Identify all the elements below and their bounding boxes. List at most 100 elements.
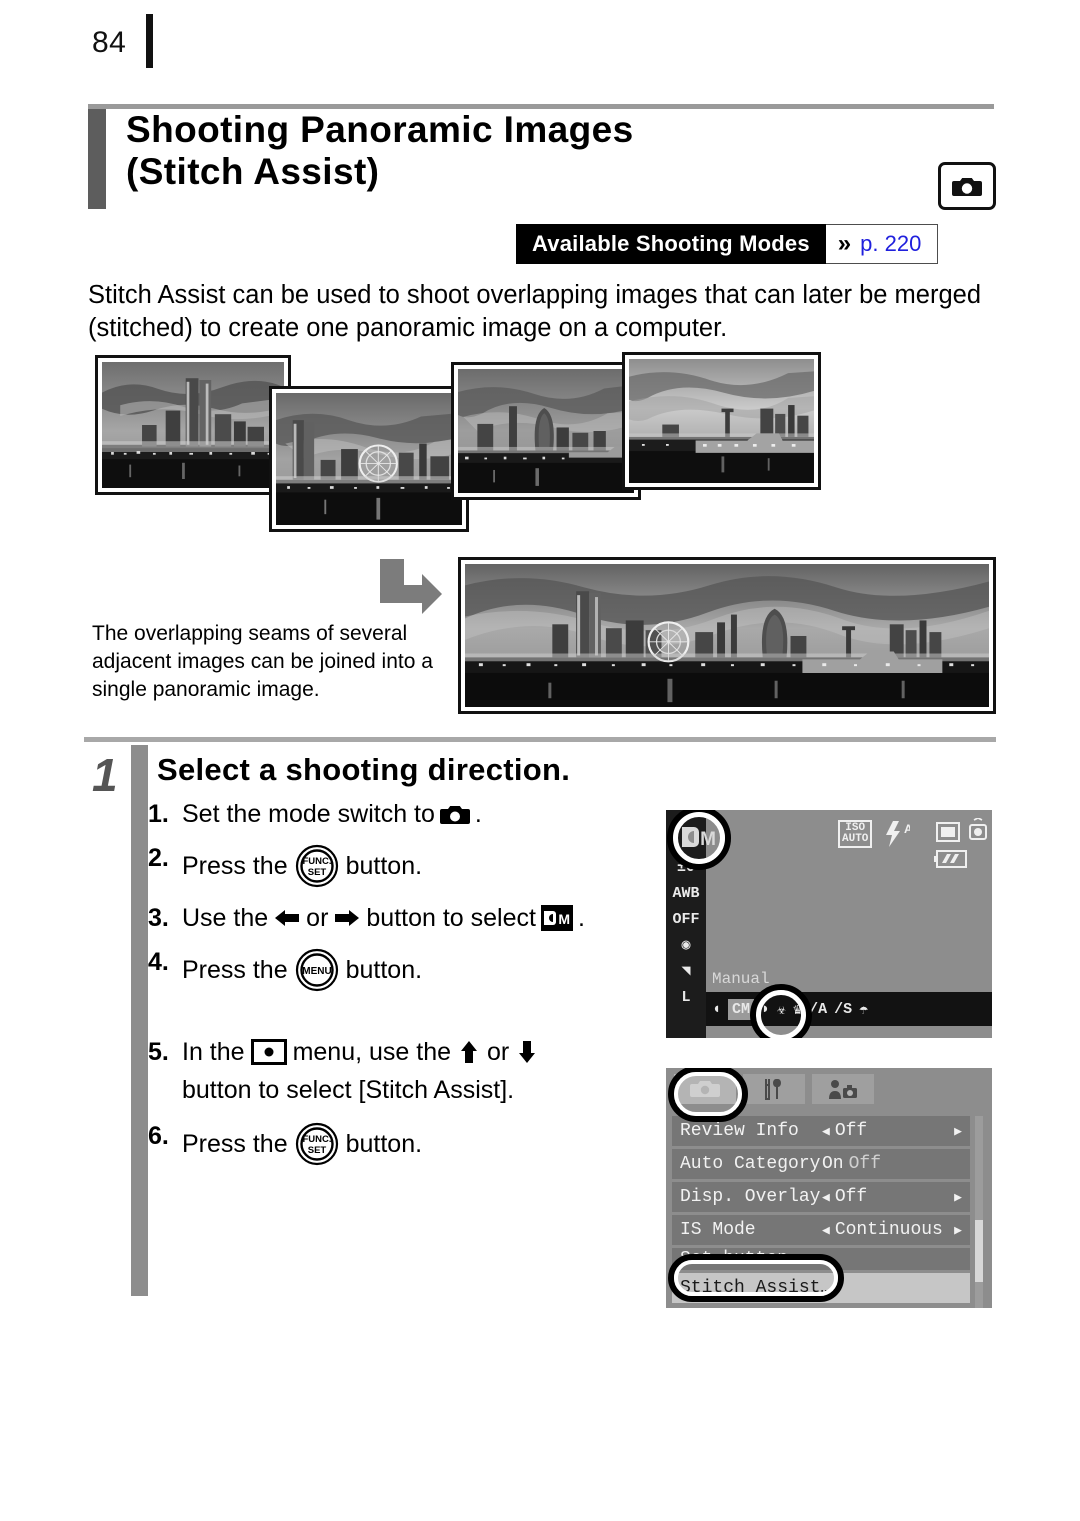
menu-row-auto-category[interactable]: Auto Category On Off — [672, 1149, 970, 1179]
cityscape-photo-4 — [629, 359, 814, 483]
menu-row-disp-overlay[interactable]: Disp. Overlay ◀ Off ▶ — [672, 1182, 970, 1212]
rec-menu-icon — [250, 1039, 287, 1065]
left-caret-icon[interactable]: ◀ — [822, 1124, 830, 1139]
instruction-text: Press the — [182, 956, 288, 984]
stitch-assist-mode-icon: M — [540, 905, 573, 931]
camera-icon — [952, 175, 982, 198]
mode-icon-scene[interactable]: ☂ — [859, 1000, 868, 1019]
right-arrow-icon — [334, 907, 360, 929]
right-caret-icon[interactable]: ▶ — [954, 1190, 962, 1205]
title-accent-bar — [88, 109, 106, 209]
instruction-text: Set the mode switch to — [182, 800, 435, 828]
rec-tab-highlight-inner — [674, 1072, 742, 1116]
menu-label: Disp. Overlay — [680, 1187, 821, 1207]
camera-mode-badge — [938, 162, 996, 210]
menu-button-icon: MENU — [295, 948, 339, 992]
compression-icon: ◥ — [681, 963, 691, 980]
montage-photo — [451, 362, 641, 500]
menu-row-is-mode[interactable]: IS Mode ◀ Continuous ▶ — [672, 1215, 970, 1245]
instruction-text-mid: menu, use the — [292, 1038, 451, 1066]
svg-text:SET: SET — [307, 867, 326, 878]
page-title: Shooting Panoramic Images (Stitch Assist… — [126, 109, 826, 193]
intro-paragraph: Stitch Assist can be used to shoot overl… — [88, 281, 982, 343]
right-caret-icon[interactable]: ▶ — [954, 1124, 962, 1139]
cm-mode-icon: M — [680, 820, 718, 854]
func-set-button-icon: FUNC. SET — [295, 844, 339, 888]
menu-label: Auto Category — [680, 1154, 821, 1174]
left-caret-icon[interactable]: ◀ — [822, 1190, 830, 1205]
flash-off-icon: OFF — [672, 911, 700, 928]
instruction-item: 6. Press the FUNC. SET button. — [148, 1122, 668, 1166]
instruction-text-end: button. — [345, 1130, 423, 1158]
instruction-text-end: button. — [345, 852, 423, 880]
instruction-number: 6. — [148, 1122, 169, 1150]
instruction-item: 2. Press the FUNC. SET button. — [148, 844, 668, 888]
panorama-photo — [458, 557, 996, 714]
svg-text:M: M — [558, 911, 569, 927]
page-number: 84 — [92, 26, 127, 59]
instruction-text-mid2: button to select — [366, 904, 536, 932]
mode-icon-left[interactable]: ◖ — [712, 1001, 721, 1018]
panorama-cityscape — [465, 564, 989, 707]
cityscape-photo-1 — [102, 362, 284, 488]
lcd-func-screen: ±0 AWB OFF ◉ ◥ L ISO AUTO A Manual ◖ CM ◗… — [666, 810, 992, 1038]
svg-text:SET: SET — [307, 1145, 326, 1156]
step-gutter-bar — [131, 745, 148, 1296]
instruction-text-end: button. — [345, 956, 423, 984]
panorama-caption: The overlapping seams of several adjacen… — [92, 622, 433, 701]
flash-auto-icon: A — [884, 820, 913, 853]
battery-icon — [934, 850, 968, 873]
page-reference-link[interactable]: p. 220 — [860, 231, 921, 257]
instruction-text: Press the — [182, 1130, 288, 1158]
instruction-spacer — [148, 1008, 668, 1038]
step-number: 1 — [92, 749, 118, 801]
step-section-rule — [84, 737, 996, 742]
single-shot-icon — [936, 822, 960, 847]
instruction-text: Use the — [182, 904, 269, 932]
menu-value: Off — [834, 1187, 868, 1207]
menu-tab-my-camera[interactable] — [812, 1074, 874, 1104]
menu-label: Review Info — [680, 1121, 799, 1141]
svg-text:MENU: MENU — [302, 966, 331, 977]
lcd-mode-name: Manual — [712, 970, 770, 988]
photo-montage — [85, 350, 855, 545]
instruction-text-wrap: button to select [Stitch Assist]. — [182, 1076, 515, 1104]
image-size-icon: L — [681, 989, 691, 1006]
menu-value: On — [822, 1154, 844, 1174]
instruction-number: 5. — [148, 1038, 169, 1066]
instruction-number: 4. — [148, 948, 169, 976]
step-instruction-list: 1. Set the mode switch to . 2. Press the… — [148, 800, 668, 1182]
my-camera-tab-icon — [829, 1080, 857, 1099]
metering-icon: ◉ — [681, 937, 691, 954]
cm-mode-row-highlight-inner — [756, 990, 806, 1038]
instruction-text-end: . — [474, 800, 482, 828]
cityscape-photo-3 — [458, 369, 634, 493]
lcd-menu-screen: Review Info ◀ Off ▶ Auto Category On Off D… — [666, 1068, 992, 1308]
menu-tab-setup[interactable] — [743, 1074, 805, 1104]
montage-photo — [269, 386, 469, 532]
instruction-text-mid: or — [306, 904, 329, 932]
down-arrow-icon — [515, 1040, 539, 1064]
right-caret-icon[interactable]: ▶ — [954, 1223, 962, 1238]
lcd-mode-selector-row[interactable]: ◖ CM ◗ ☣ ♛ /A /S ☂ — [706, 992, 992, 1026]
double-chevron-icon: » — [837, 230, 852, 257]
mode-icon-color-swap[interactable]: /S — [834, 1001, 852, 1018]
menu-scrollbar-thumb[interactable] — [975, 1220, 983, 1282]
step-title: Select a shooting direction. — [157, 752, 571, 787]
montage-photo — [95, 355, 291, 495]
iso-auto-icon: ISO AUTO — [838, 820, 873, 848]
left-caret-icon[interactable]: ◀ — [822, 1223, 830, 1238]
page-title-line1: Shooting Panoramic Images — [126, 109, 634, 150]
instruction-text-mid2: or — [487, 1038, 510, 1066]
lcd-status-icons: ISO AUTO A — [838, 814, 988, 870]
camera-icon — [439, 803, 470, 826]
instruction-item: 5. In the menu, use the or — [148, 1038, 668, 1066]
instruction-text-end: . — [577, 904, 585, 932]
menu-value-alt: Off — [848, 1154, 882, 1174]
menu-value: Off — [834, 1121, 868, 1141]
instruction-item: 3. Use the or button to select M . — [148, 904, 668, 932]
setup-tab-icon — [765, 1079, 781, 1100]
page-title-line2: (Stitch Assist) — [126, 151, 380, 193]
montage-photo — [622, 352, 821, 490]
page-reference[interactable]: » p. 220 — [825, 224, 939, 264]
